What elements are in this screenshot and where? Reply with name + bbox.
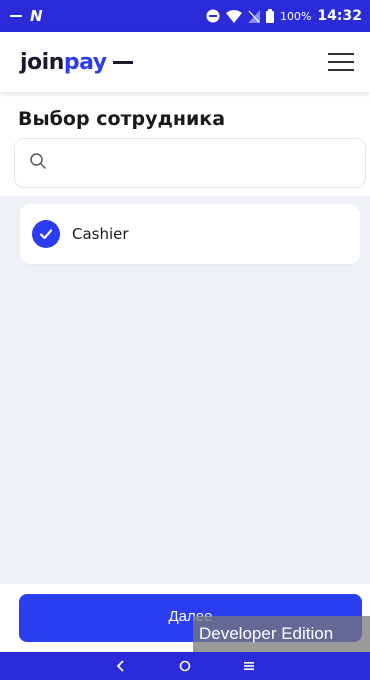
battery-icon <box>265 9 274 23</box>
wifi-icon <box>225 9 242 23</box>
search-input[interactable] <box>59 154 351 172</box>
employee-name: Cashier <box>72 225 129 243</box>
home-icon[interactable] <box>175 656 195 676</box>
battery-percent: 100% <box>279 9 312 23</box>
logo-text-pay: pay <box>63 49 107 75</box>
do-not-disturb-icon <box>206 9 220 23</box>
check-icon[interactable] <box>32 220 60 248</box>
notification-n-icon: N <box>30 7 43 25</box>
employee-list: Cashier <box>0 196 370 584</box>
logo-dash-icon <box>112 60 133 64</box>
status-bar: N 100% 14:32 <box>0 0 370 32</box>
status-bar-right: 100% 14:32 <box>206 8 362 24</box>
recents-icon[interactable] <box>239 656 259 676</box>
status-dash-icon <box>10 15 22 17</box>
system-nav-bar <box>0 652 370 680</box>
developer-edition-overlay: Developer Edition <box>193 616 370 652</box>
back-icon[interactable] <box>111 656 131 676</box>
joinpay-logo: join pay <box>20 50 133 75</box>
status-bar-left: N <box>10 7 43 25</box>
menu-icon[interactable] <box>324 45 358 79</box>
list-item[interactable]: Cashier <box>20 204 360 264</box>
search-box[interactable] <box>14 138 366 188</box>
no-signal-icon <box>247 9 260 23</box>
search-icon <box>29 152 47 174</box>
app-header: join pay <box>0 32 370 92</box>
page-title: Выбор сотрудника <box>18 108 226 130</box>
clock: 14:32 <box>317 8 362 24</box>
logo-text-join: join <box>20 49 64 75</box>
